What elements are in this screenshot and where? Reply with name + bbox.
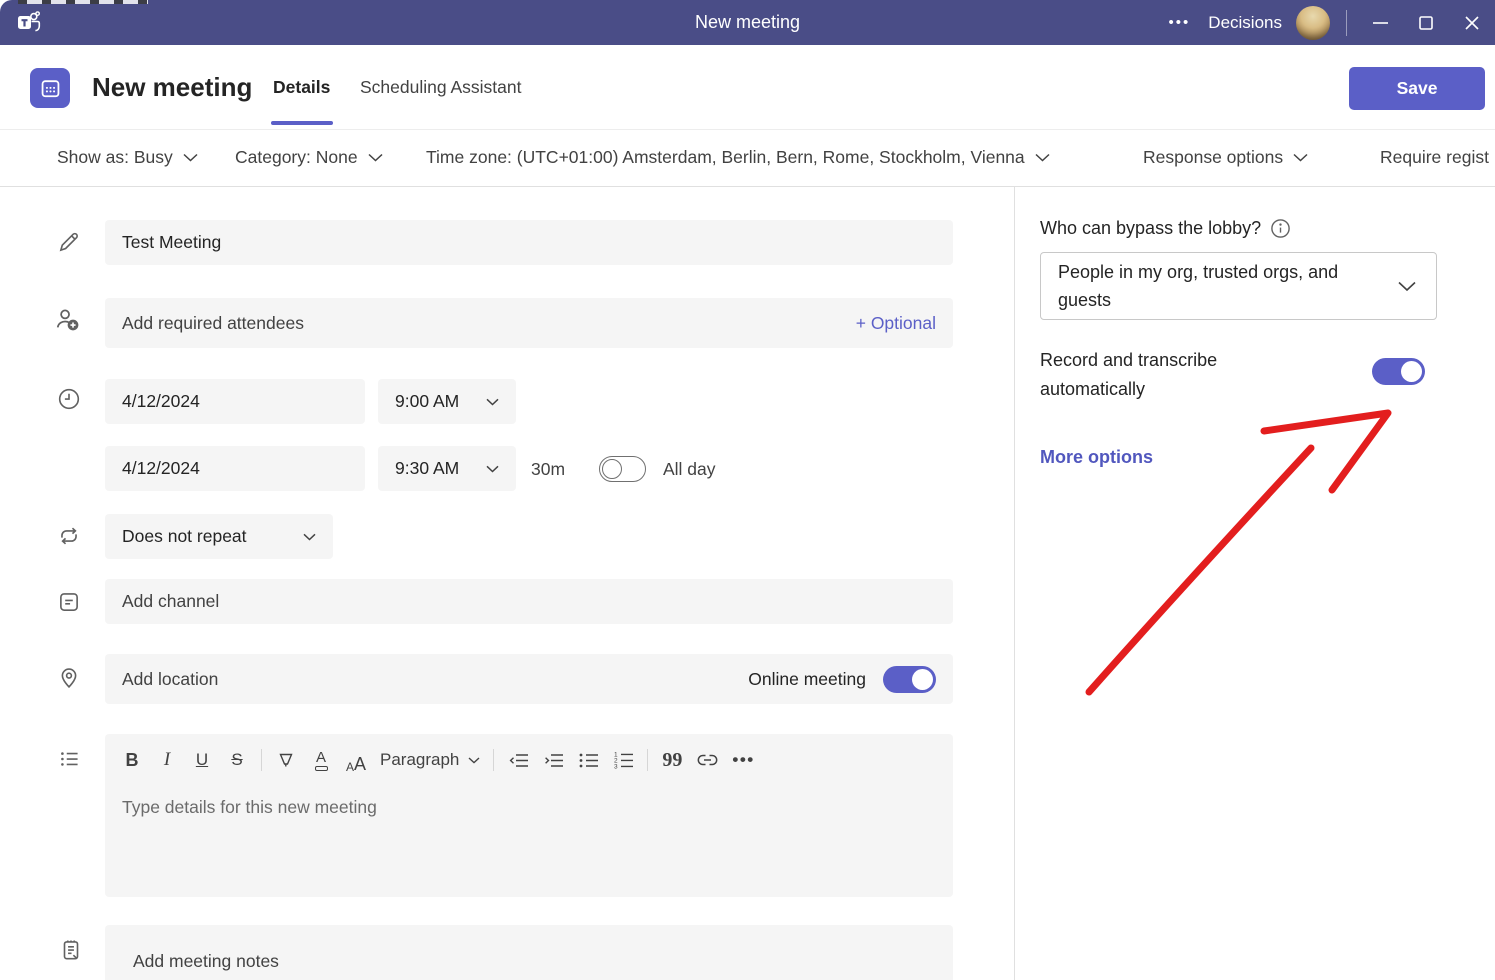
underline-button[interactable]: U bbox=[191, 747, 213, 773]
maximize-button[interactable] bbox=[1403, 0, 1449, 45]
show-as-dropdown[interactable]: Show as: Busy bbox=[57, 147, 198, 168]
info-icon[interactable] bbox=[1270, 218, 1291, 239]
chevron-down-icon bbox=[486, 398, 499, 406]
outdent-button[interactable] bbox=[507, 747, 529, 773]
require-registration-option[interactable]: Require regist bbox=[1380, 147, 1489, 168]
add-location-input[interactable]: Add location Online meeting bbox=[105, 654, 953, 704]
record-transcribe-toggle[interactable] bbox=[1372, 358, 1425, 385]
formatting-toolbar: B I U S A AA Paragraph bbox=[105, 734, 953, 773]
tab-details[interactable]: Details bbox=[273, 77, 330, 98]
chevron-down-icon bbox=[468, 757, 480, 764]
toolbar-divider bbox=[647, 749, 648, 771]
chevron-down-icon bbox=[1035, 153, 1050, 162]
add-channel-input[interactable]: Add channel bbox=[105, 579, 953, 624]
meeting-form: Test Meeting Add required attendees + Op… bbox=[0, 187, 1495, 980]
bold-button[interactable]: B bbox=[121, 747, 143, 773]
panel-divider bbox=[1014, 187, 1015, 980]
more-formatting-button[interactable]: ••• bbox=[732, 747, 754, 773]
agenda-list-icon bbox=[57, 746, 83, 772]
new-meeting-window: New meeting ••• Decisions N bbox=[0, 0, 1495, 980]
blockquote-button[interactable]: 99 bbox=[661, 747, 683, 773]
titlebar-more-menu[interactable]: ••• bbox=[1159, 8, 1201, 37]
add-optional-attendees-link[interactable]: + Optional bbox=[856, 313, 936, 334]
indent-button[interactable] bbox=[542, 747, 564, 773]
duration-label: 30m bbox=[531, 459, 565, 480]
calendar-icon bbox=[30, 68, 70, 108]
chevron-down-icon bbox=[183, 153, 198, 162]
pencil-icon bbox=[56, 229, 82, 255]
attendees-placeholder: Add required attendees bbox=[122, 313, 304, 334]
toggle-knob bbox=[1401, 361, 1422, 382]
chevron-down-icon bbox=[486, 465, 499, 473]
start-date-picker[interactable]: 4/12/2024 bbox=[105, 379, 365, 424]
start-time-picker[interactable]: 9:00 AM bbox=[378, 379, 516, 424]
decisions-menu[interactable]: Decisions bbox=[1208, 13, 1282, 33]
all-day-label: All day bbox=[663, 459, 716, 480]
meeting-title-value: Test Meeting bbox=[122, 232, 221, 253]
lobby-bypass-dropdown[interactable]: People in my org, trusted orgs, and gues… bbox=[1040, 252, 1437, 320]
toggle-knob bbox=[912, 669, 933, 690]
window-titlebar: New meeting ••• Decisions bbox=[0, 0, 1495, 45]
highlight-button[interactable] bbox=[275, 747, 297, 773]
titlebar-divider bbox=[1346, 10, 1347, 36]
meeting-notes-icon bbox=[58, 937, 84, 963]
meeting-options-bar: Show as: Busy Category: None Time zone: … bbox=[0, 131, 1495, 187]
category-dropdown[interactable]: Category: None bbox=[235, 147, 383, 168]
all-day-toggle[interactable] bbox=[599, 456, 646, 482]
online-meeting-label: Online meeting bbox=[748, 669, 866, 690]
details-placeholder: Type details for this new meeting bbox=[122, 797, 377, 818]
response-options-dropdown[interactable]: Response options bbox=[1143, 147, 1308, 168]
add-meeting-notes-input[interactable]: Add meeting notes bbox=[105, 925, 953, 980]
close-button[interactable] bbox=[1449, 0, 1495, 45]
font-color-button[interactable]: A bbox=[310, 747, 332, 773]
time-zone-dropdown[interactable]: Time zone: (UTC+01:00) Amsterdam, Berlin… bbox=[426, 147, 1050, 168]
svg-text:3: 3 bbox=[614, 764, 618, 769]
meeting-title-input[interactable]: Test Meeting bbox=[105, 220, 953, 265]
paragraph-style-dropdown[interactable]: Paragraph bbox=[380, 750, 480, 770]
repeat-dropdown[interactable]: Does not repeat bbox=[105, 514, 333, 559]
chevron-down-icon bbox=[368, 153, 383, 162]
color-bar bbox=[315, 766, 328, 771]
lobby-bypass-label: Who can bypass the lobby? bbox=[1040, 218, 1291, 239]
save-button[interactable]: Save bbox=[1349, 67, 1485, 110]
chevron-down-icon bbox=[1293, 153, 1308, 162]
italic-button[interactable]: I bbox=[156, 747, 178, 773]
meeting-header: New meeting Details Scheduling Assistant… bbox=[0, 45, 1495, 130]
add-attendee-icon bbox=[54, 306, 80, 332]
toggle-knob bbox=[602, 459, 622, 479]
active-tab-indicator bbox=[271, 121, 333, 125]
chevron-down-icon bbox=[1398, 281, 1416, 292]
record-transcribe-label: Record and transcribe automatically bbox=[1040, 346, 1280, 404]
chevron-down-icon bbox=[303, 533, 316, 541]
background-window-edge bbox=[18, 0, 148, 4]
more-options-link[interactable]: More options bbox=[1040, 447, 1153, 468]
font-size-button[interactable]: AA bbox=[345, 747, 367, 773]
insert-link-button[interactable] bbox=[696, 747, 719, 773]
page-title: New meeting bbox=[92, 72, 252, 103]
strikethrough-button[interactable]: S bbox=[226, 747, 248, 773]
numbered-list-button[interactable]: 1 2 3 bbox=[612, 747, 634, 773]
user-avatar[interactable] bbox=[1296, 6, 1330, 40]
end-date-picker[interactable]: 4/12/2024 bbox=[105, 446, 365, 491]
repeat-icon bbox=[56, 523, 82, 549]
bullet-list-button[interactable] bbox=[577, 747, 599, 773]
online-meeting-toggle[interactable] bbox=[883, 666, 936, 693]
toolbar-divider bbox=[493, 749, 494, 771]
meeting-details-editor[interactable]: B I U S A AA Paragraph bbox=[105, 734, 953, 897]
minimize-button[interactable] bbox=[1357, 0, 1403, 45]
location-icon bbox=[56, 665, 82, 691]
end-time-picker[interactable]: 9:30 AM bbox=[378, 446, 516, 491]
required-attendees-input[interactable]: Add required attendees + Optional bbox=[105, 298, 953, 348]
clock-icon bbox=[56, 386, 82, 412]
tab-scheduling-assistant[interactable]: Scheduling Assistant bbox=[360, 77, 522, 98]
channel-icon bbox=[56, 589, 82, 615]
toolbar-divider bbox=[261, 749, 262, 771]
